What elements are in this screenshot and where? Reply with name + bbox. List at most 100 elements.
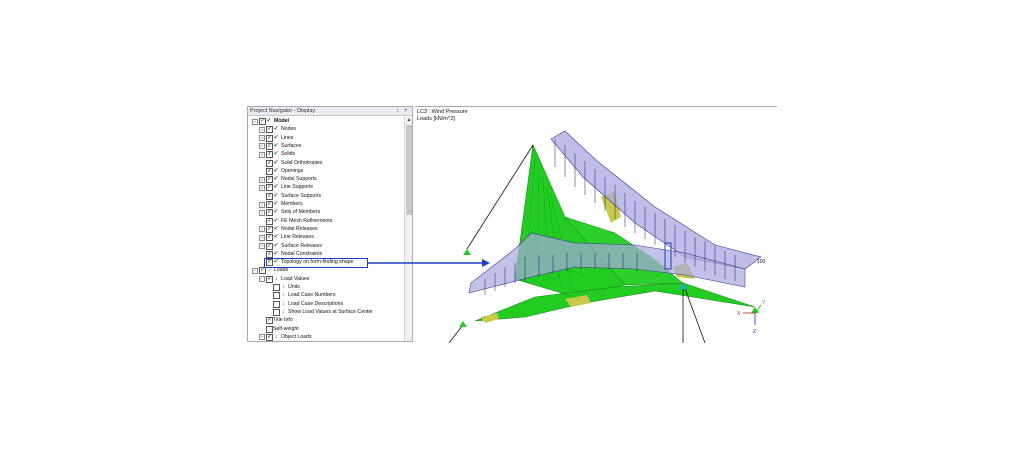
expand-icon[interactable]: +	[259, 209, 265, 216]
tree-item-solids[interactable]: + ✓ ✔ Solids	[248, 150, 404, 159]
3d-model-viewport[interactable]: LC3 : Wind Pressure Loads [kN/m^2] 100 X…	[415, 106, 777, 343]
check-icon: ✔	[273, 217, 279, 224]
load-icon: ↓	[274, 333, 278, 340]
pin-icon[interactable]: ↓	[396, 107, 399, 116]
tree-item-label: Openings	[281, 167, 304, 174]
tree-item-surfaces[interactable]: + ✓ ✔ Surfaces	[248, 142, 404, 150]
tree-item-load-case-descriptions[interactable]: ↓ Load Case Descriptions	[248, 300, 404, 308]
tree-checkbox[interactable]: ✓	[266, 176, 273, 184]
tree-item-show-load-values-at-surface-center[interactable]: ↓ Show Load Values at Surface Center	[248, 308, 404, 316]
scroll-up-arrow-icon[interactable]: ▲	[405, 117, 412, 124]
tree-item-line-supports[interactable]: + ✓ ✔ Line Supports	[248, 183, 404, 192]
tree-checkbox[interactable]: ✓	[266, 317, 273, 325]
tree-item-nodes[interactable]: + ✓ ✔ Nodes	[248, 125, 404, 134]
model-icon: ✔	[266, 118, 272, 124]
check-icon: ✔	[273, 234, 279, 241]
tree-item-units[interactable]: ↓ Units	[248, 283, 404, 291]
tree-checkbox[interactable]: ✓	[266, 167, 273, 175]
expand-icon[interactable]: +	[259, 143, 265, 150]
expand-icon[interactable]: +	[259, 151, 265, 158]
tree-checkbox[interactable]: ✓	[266, 275, 273, 283]
tree-checkbox[interactable]	[273, 292, 280, 300]
check-icon: ✔	[273, 134, 279, 141]
tree-item-nodal-supports[interactable]: + ✓ ✔ Nodal Supports	[248, 175, 404, 184]
tree-checkbox[interactable]	[273, 300, 280, 308]
tree-checkbox[interactable]: ✓	[266, 209, 273, 217]
tree-checkbox[interactable]: ✓	[266, 242, 273, 250]
collapse-icon[interactable]: −	[259, 276, 265, 283]
tree-item-object-loads[interactable]: + ✓ ↓ Object Loads	[248, 333, 404, 341]
tree-item-openings[interactable]: ✓ ✔ Openings	[248, 167, 404, 175]
vertical-scrollbar[interactable]: ▲	[404, 117, 412, 341]
tree-checkbox[interactable]: ✓	[266, 201, 273, 208]
expand-icon[interactable]: +	[259, 176, 265, 183]
tree-checkbox[interactable]: ✓	[266, 142, 273, 150]
tree-item-nodal-releases[interactable]: + ✓ ✔ Nodal Releases	[248, 225, 404, 233]
tree-checkbox[interactable]: ✓	[266, 126, 273, 134]
tree-checkbox[interactable]: ✓	[266, 225, 273, 233]
tree-checkbox[interactable]: ✓	[266, 192, 273, 200]
tree-checkbox[interactable]: ✓	[266, 184, 273, 192]
tree-item-solid-orthotropies[interactable]: ✓ ✔ Solid Orthotropies	[248, 159, 404, 167]
tree-item-label: Members	[281, 201, 303, 207]
expand-icon[interactable]: +	[259, 243, 265, 249]
tree-item-surface-supports[interactable]: ✓ ✔ Surface Supports	[248, 192, 404, 200]
tree-item-members[interactable]: + ✓ ✔ Members	[248, 200, 404, 208]
expand-icon[interactable]: +	[259, 184, 265, 191]
navigator-tree: − ✓ ✔ Model + ✓ ✔ Nodes + ✓ ✔ Lines + ✓ ✔ Surfaces + ✓ ✔ So…	[248, 117, 404, 341]
tree-item-label: Show Load Values at Surface Center	[288, 308, 373, 315]
tree-item-label: Sets of Members	[281, 209, 321, 216]
collapse-icon[interactable]: −	[252, 118, 258, 125]
load-icon: ↓	[281, 300, 285, 307]
support-marker	[751, 307, 759, 313]
expand-icon[interactable]: +	[259, 135, 265, 142]
tree-item-label: Object Loads	[281, 333, 312, 340]
tree-item-lines[interactable]: + ✓ ✔ Lines	[248, 134, 404, 142]
tree-checkbox[interactable]: ✓	[259, 267, 266, 275]
tree-checkbox[interactable]: ✓	[266, 159, 273, 167]
tree-checkbox[interactable]: ✓	[259, 118, 266, 125]
tree-checkbox[interactable]: ✓	[266, 217, 273, 225]
tree-item-label: Nodal Constraints	[281, 250, 323, 257]
check-icon: ✔	[273, 192, 279, 199]
tree-checkbox[interactable]	[273, 284, 280, 291]
tree-item-model[interactable]: − ✓ ✔ Model	[248, 117, 404, 125]
tree-checkbox[interactable]	[273, 308, 280, 316]
tree-item-title-info[interactable]: ✓ Title Info	[248, 316, 404, 325]
topology-highlight-box	[264, 258, 368, 268]
tree-item-nodal-constraints[interactable]: ✓ ✔ Nodal Constraints	[248, 250, 404, 258]
tree-checkbox[interactable]: ✓	[266, 151, 273, 159]
membrane-lower-sail	[474, 282, 756, 322]
tree-checkbox[interactable]: ✓	[266, 250, 273, 258]
expand-icon[interactable]: +	[259, 226, 265, 233]
check-icon: ✔	[273, 184, 279, 191]
tree-item-line-releases[interactable]: + ✓ ✔ Line Releases	[248, 233, 404, 242]
expand-icon[interactable]: +	[259, 201, 265, 208]
tree-item-fe-mesh-refinements[interactable]: ✓ ✔ FE Mesh Refinements	[248, 217, 404, 225]
axis-x-label: X	[737, 311, 741, 317]
scroll-thumb[interactable]	[406, 125, 412, 215]
close-icon[interactable]: ×	[404, 107, 408, 116]
tree-checkbox[interactable]: ✓	[266, 333, 273, 341]
check-icon: ✔	[273, 176, 279, 183]
expand-icon[interactable]: +	[259, 234, 265, 241]
check-icon: ✔	[273, 126, 279, 133]
tree-item-label: Lines	[281, 134, 294, 141]
tree-checkbox[interactable]: ✓	[266, 134, 273, 142]
tree-item-load-values[interactable]: − ✓ ↓ Load Values	[248, 275, 404, 283]
load-value-label: 100	[757, 259, 766, 265]
load-icon: ↓	[274, 275, 278, 282]
tree-item-label: Solids	[281, 151, 296, 158]
tree-item-surface-releases[interactable]: + ✓ ✔ Surface Releases	[248, 242, 404, 250]
tree-checkbox[interactable]	[266, 325, 273, 333]
collapse-icon[interactable]: −	[252, 267, 258, 274]
tree-item-sets-of-members[interactable]: + ✓ ✔ Sets of Members	[248, 208, 404, 217]
tree-item-load-case-numbers[interactable]: ↓ Load Case Numbers	[248, 291, 404, 300]
tree-checkbox[interactable]: ✓	[266, 234, 273, 242]
membrane-yellow-patch	[481, 313, 499, 323]
expand-icon[interactable]: +	[259, 126, 265, 133]
tree-item-label: Surface Releases	[281, 242, 322, 249]
expand-icon[interactable]: +	[259, 334, 265, 341]
tree-item-self-weight[interactable]: Self-weight	[248, 325, 404, 333]
load-icon: ↓	[267, 267, 271, 274]
